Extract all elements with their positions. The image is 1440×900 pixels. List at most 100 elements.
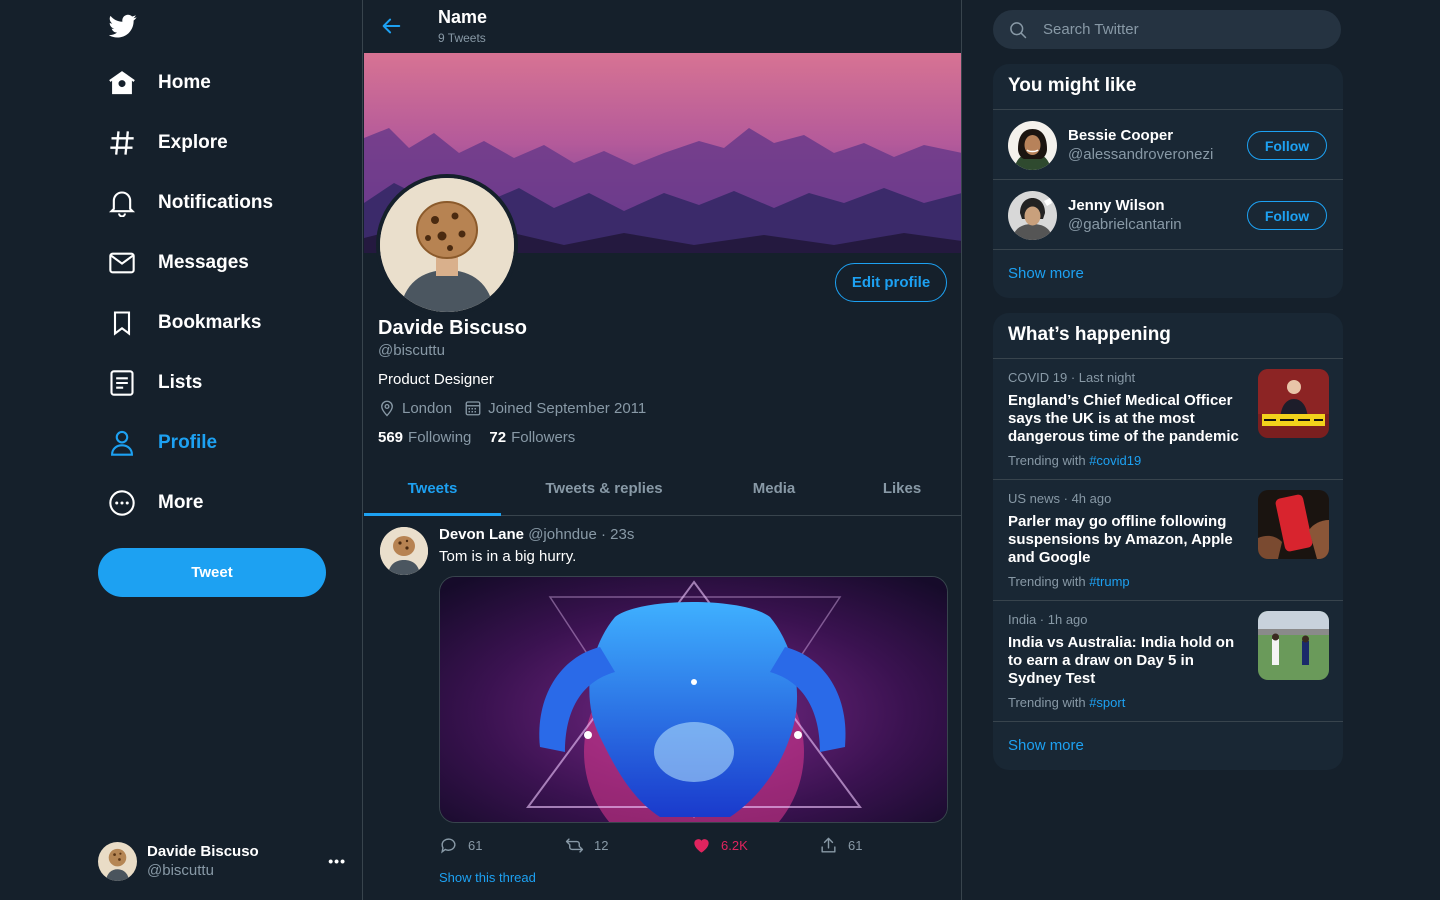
nav-item-more[interactable]: More [108, 473, 273, 533]
share-button[interactable]: 61 [819, 836, 862, 855]
nav-item-profile[interactable]: Profile [108, 413, 273, 473]
trend-hashtag[interactable]: #sport [1089, 695, 1125, 710]
tweet-handle: @johndue [528, 526, 597, 543]
profile-name: Davide Biscuso [378, 317, 527, 339]
search-input[interactable] [1043, 21, 1323, 38]
twitter-logo-icon[interactable] [109, 12, 137, 40]
trend-thumbnail [1258, 369, 1329, 438]
tweet-actions: 61 12 6.2K 61 [439, 836, 948, 858]
search-icon [1010, 21, 1027, 38]
panel-title: What’s happening [993, 313, 1343, 359]
avatar [1008, 121, 1057, 170]
show-more-link[interactable]: Show more [993, 250, 1343, 298]
account-name: Davide Biscuso [147, 843, 259, 860]
like-button[interactable]: 6.2K [692, 836, 748, 855]
bell-icon [108, 191, 136, 217]
followers-count: 72 [489, 429, 507, 446]
tab-likes[interactable]: Likes [854, 463, 950, 515]
avatar [98, 841, 137, 881]
suggestion-handle: @gabrielcantarin [1068, 216, 1182, 233]
retweet-button[interactable]: 12 [565, 836, 608, 855]
whats-happening-panel: What’s happening COVID 19 · Last night E… [993, 313, 1343, 770]
trend-trending-with: Trending with #sport [1008, 695, 1125, 710]
more-circle-icon [109, 490, 135, 516]
tweet-author[interactable]: Devon Lane [439, 526, 524, 543]
trend-item[interactable]: India · 1h ago India vs Australia: India… [993, 601, 1343, 722]
reply-button[interactable]: 61 [439, 836, 482, 855]
back-arrow-icon[interactable] [380, 15, 402, 37]
nav-item-explore[interactable]: Explore [108, 113, 273, 173]
tweet-button[interactable]: Tweet [98, 548, 326, 597]
suggestion-name[interactable]: Bessie Cooper [1068, 127, 1173, 144]
like-count: 6.2K [721, 838, 748, 853]
left-sidebar: Home Explore Notifications Messages Book… [0, 0, 363, 900]
show-thread-link[interactable]: Show this thread [439, 870, 536, 885]
profile-tabs: Tweets Tweets & replies Media Likes [364, 463, 961, 516]
search-bar[interactable] [993, 10, 1341, 49]
trend-headline: India vs Australia: India hold on to ear… [1008, 634, 1235, 687]
trend-headline: England’s Chief Medical Officer says the… [1008, 392, 1239, 445]
profile-follow-stats: 569 Following 72 Followers [378, 429, 575, 446]
share-icon [821, 837, 836, 853]
profile-bio: Product Designer [378, 371, 494, 388]
edit-profile-button[interactable]: Edit profile [835, 263, 947, 302]
nav-item-label: Bookmarks [158, 312, 262, 333]
reply-icon [441, 838, 456, 854]
show-more-link[interactable]: Show more [993, 722, 1343, 770]
tab-tweets-replies[interactable]: Tweets & replies [524, 463, 684, 515]
page-title: Name [438, 7, 488, 27]
nav-item-lists[interactable]: Lists [108, 353, 273, 413]
calendar-icon [465, 401, 481, 416]
account-handle: @biscuttu [147, 862, 214, 879]
avatar[interactable] [380, 527, 428, 575]
nav-item-bookmarks[interactable]: Bookmarks [108, 293, 273, 353]
trending-prefix: Trending with [1008, 574, 1086, 589]
profile-meta: London Joined September 2011 [378, 399, 646, 417]
trend-meta: India · 1h ago [1008, 612, 1088, 627]
tab-media[interactable]: Media [724, 463, 824, 515]
nav-item-notifications[interactable]: Notifications [108, 173, 273, 233]
tab-tweets[interactable]: Tweets [364, 463, 501, 516]
following-count: 569 [378, 429, 404, 446]
follow-button[interactable]: Follow [1247, 201, 1327, 230]
heart-filled-icon [694, 839, 709, 853]
primary-nav: Home Explore Notifications Messages Book… [108, 53, 273, 533]
tweet-time: · 23s [601, 526, 635, 543]
tweet-media-image[interactable] [439, 576, 948, 823]
home-icon [109, 71, 135, 95]
nav-item-messages[interactable]: Messages [108, 233, 273, 293]
trend-hashtag[interactable]: #covid19 [1089, 453, 1141, 468]
profile-joined: Joined September 2011 [488, 399, 647, 417]
reply-count: 61 [468, 838, 483, 853]
following-link[interactable]: 569 Following [378, 429, 471, 446]
suggestion-handle: @alessandroveronezi [1068, 146, 1214, 163]
account-switcher[interactable]: Davide Biscuso @biscuttu ••• [98, 840, 348, 882]
trend-trending-with: Trending with #covid19 [1008, 453, 1141, 468]
profile-avatar[interactable] [376, 174, 518, 316]
profile-location: London [402, 399, 453, 417]
profile-header-bar: Name 9 Tweets [364, 0, 961, 53]
bookmark-icon [113, 311, 131, 336]
nav-item-home[interactable]: Home [108, 53, 273, 113]
more-dots-icon[interactable]: ••• [328, 853, 346, 869]
trend-item[interactable]: US news · 4h ago Parler may go offline f… [993, 480, 1343, 601]
tweet[interactable]: Devon Lane @johndue · 23s Tom is in a bi… [364, 516, 961, 900]
trending-prefix: Trending with [1008, 695, 1086, 710]
tweet-text: Tom is in a big hurry. [439, 548, 577, 565]
tweet-count: 9 Tweets [438, 31, 486, 45]
share-count: 61 [848, 838, 863, 853]
suggestion-name[interactable]: Jenny Wilson [1068, 197, 1165, 214]
trend-trending-with: Trending with #trump [1008, 574, 1130, 589]
follow-button[interactable]: Follow [1247, 131, 1327, 160]
follow-suggestion[interactable]: Bessie Cooper @alessandroveronezi Follow [993, 110, 1343, 180]
profile-handle: @biscuttu [378, 342, 445, 359]
trending-prefix: Trending with [1008, 453, 1086, 468]
location-pin-icon [381, 400, 393, 417]
trend-item[interactable]: COVID 19 · Last night England’s Chief Me… [993, 359, 1343, 480]
trend-thumbnail [1258, 611, 1329, 680]
trend-hashtag[interactable]: #trump [1089, 574, 1129, 589]
followers-link[interactable]: 72 Followers [489, 429, 575, 446]
main-column: Name 9 Tweets Edit profile Davide Biscus… [364, 0, 962, 900]
follow-suggestion[interactable]: Jenny Wilson @gabrielcantarin Follow [993, 180, 1343, 250]
nav-item-label: Notifications [158, 192, 274, 213]
